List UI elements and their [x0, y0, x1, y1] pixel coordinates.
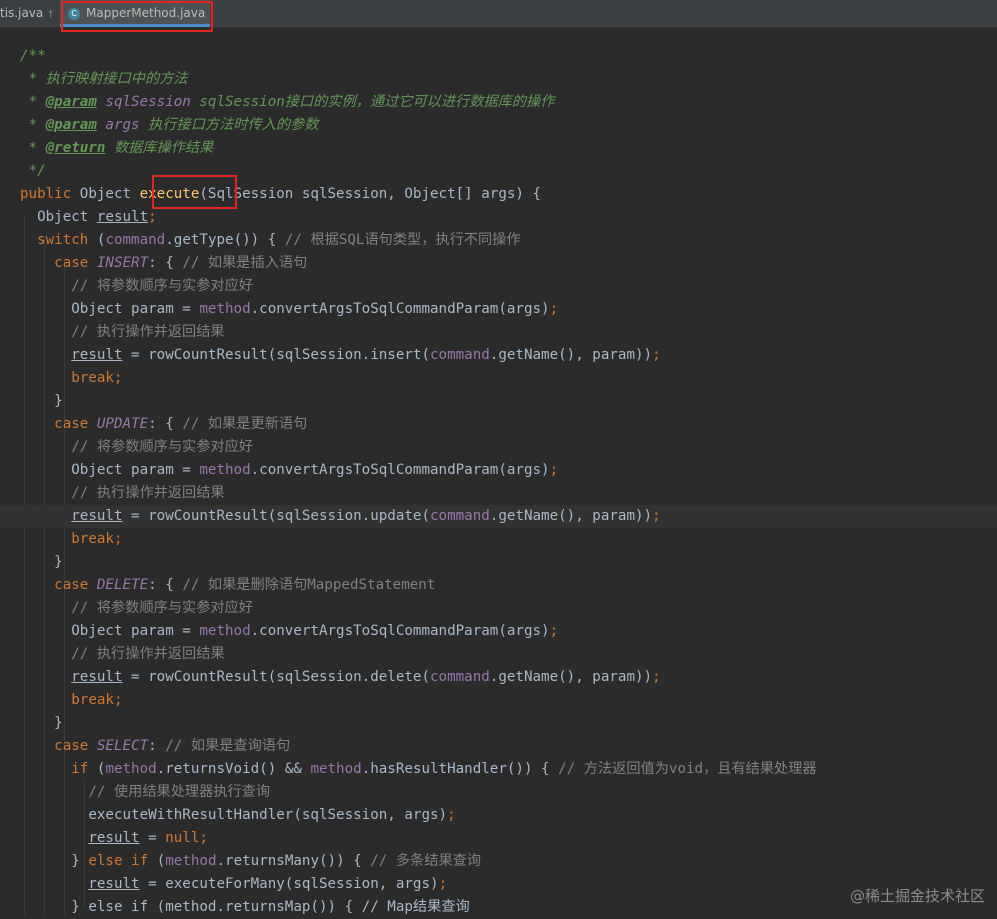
code-line: Object param = method.convertArgsToSqlCo… — [71, 623, 559, 639]
tab-active-label: MapperMethod.java — [86, 6, 206, 20]
code-line: // 将参数顺序与实参对应好 — [71, 278, 253, 294]
code-line: // 使用结果处理器执行查询 — [88, 784, 271, 800]
code-line: // 执行操作并返回结果 — [71, 646, 225, 662]
code-line: } — [54, 554, 63, 570]
tab-previous-file[interactable]: tis.java † — [0, 0, 53, 26]
code-line: break; — [71, 370, 123, 386]
code-line-current: result = rowCountResult(sqlSession.updat… — [0, 505, 997, 528]
code-line: Object result; — [37, 209, 157, 225]
code-line: case SELECT: // 如果是查询语句 — [54, 738, 291, 754]
code-line: executeWithResultHandler(sqlSession, arg… — [88, 807, 456, 823]
code-line: if (method.returnsVoid() && method.hasRe… — [71, 761, 817, 777]
code-line: case INSERT: { // 如果是插入语句 — [54, 255, 308, 271]
code-line: } — [54, 393, 63, 409]
pin-icon[interactable]: † — [48, 9, 53, 20]
code-line: */ — [20, 163, 46, 179]
code-line: result = null; — [88, 830, 208, 846]
code-line: case UPDATE: { // 如果是更新语句 — [54, 416, 308, 432]
code-line: public Object execute(SqlSession sqlSess… — [20, 186, 542, 202]
tab-previous-label: tis.java — [0, 6, 44, 20]
code-line: * @return 数据库操作结果 — [20, 140, 214, 156]
code-line: * @param sqlSession sqlSession接口的实例，通过它可… — [20, 94, 555, 110]
code-editor[interactable]: /** * 执行映射接口中的方法 * @param sqlSession sql… — [0, 45, 997, 915]
code-line: case DELETE: { // 如果是删除语句MappedStatement — [54, 577, 436, 593]
code-line: // 将参数顺序与实参对应好 — [71, 600, 253, 616]
code-line: } — [54, 715, 63, 731]
code-line: result = rowCountResult(sqlSession.inser… — [71, 347, 661, 363]
code-line: // 执行操作并返回结果 — [71, 324, 225, 340]
code-line: * 执行映射接口中的方法 — [20, 71, 188, 87]
code-line: result = rowCountResult(sqlSession.delet… — [71, 669, 661, 685]
code-line: break; — [71, 692, 123, 708]
code-line: break; — [71, 531, 123, 547]
code-line: switch (command.getType()) { // 根据SQL语句类… — [37, 232, 521, 248]
code-line: result = executeForMany(sqlSession, args… — [88, 876, 448, 892]
watermark: @稀土掘金技术社区 — [849, 887, 985, 905]
editor-tab-bar: tis.java † C MapperMethod.java — [0, 0, 997, 28]
code-line: // 将参数顺序与实参对应好 — [71, 439, 253, 455]
code-line: Object param = method.convertArgsToSqlCo… — [71, 301, 559, 317]
method-name-execute: execute — [139, 186, 200, 202]
java-class-icon: C — [68, 7, 80, 20]
code-line-partial: } else if (method.returnsMap()) { // Map… — [71, 899, 470, 915]
code-line: /** — [20, 48, 46, 64]
code-line: * @param args 执行接口方法时传入的参数 — [20, 117, 319, 133]
code-line: Object param = method.convertArgsToSqlCo… — [71, 462, 559, 478]
tab-mapper-method[interactable]: C MapperMethod.java — [60, 0, 210, 27]
code-line: // 执行操作并返回结果 — [71, 485, 225, 501]
code-line: } else if (method.returnsMany()) { // 多条… — [71, 853, 482, 869]
